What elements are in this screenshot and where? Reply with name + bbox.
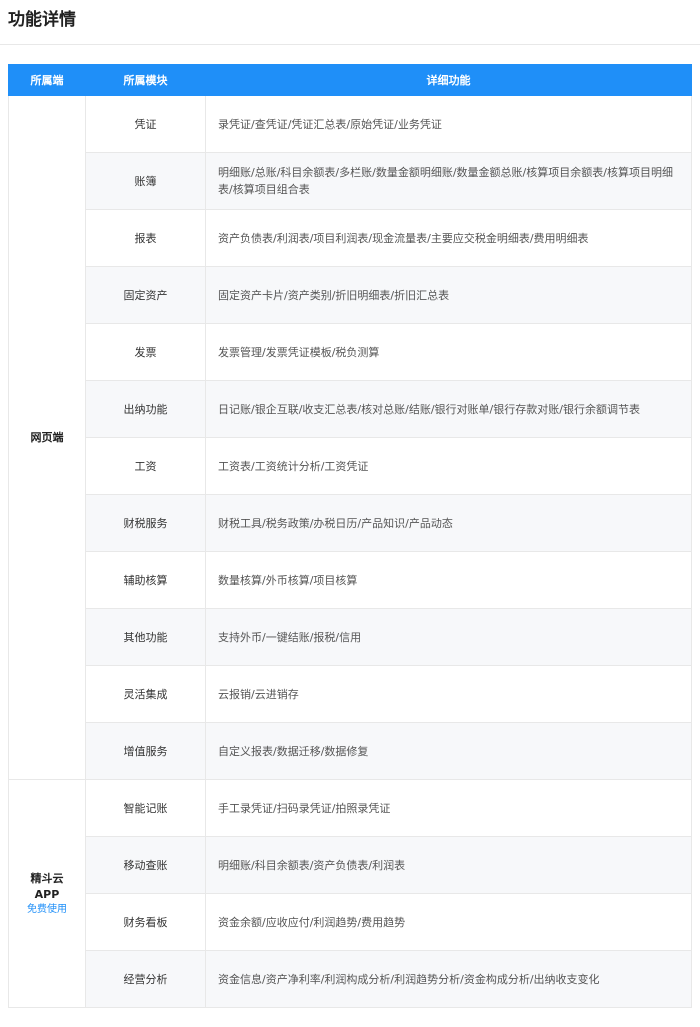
detail-cell: 明细账/科目余额表/资产负债表/利润表 (205, 836, 692, 894)
table-body: 网页端 凭证 录凭证/查凭证/凭证汇总表/原始凭证/业务凭证 账簿 明细账/总账/科目余… (8, 95, 692, 1008)
detail-cell: 自定义报表/数据迁移/数据修复 (205, 722, 692, 780)
detail-cell: 手工录凭证/扫码录凭证/拍照录凭证 (205, 779, 692, 837)
table-row: 灵活集成 云报销/云进销存 (9, 665, 692, 723)
detail-cell: 资产负债表/利润表/项目利润表/现金流量表/主要应交税金明细表/费用明细表 (205, 209, 692, 267)
header-detail: 详细功能 (205, 64, 692, 96)
platform-label: 精斗云 (30, 871, 64, 885)
platform-cell: 精斗云 APP 免费使用 (8, 779, 86, 1008)
detail-cell: 财税工具/税务政策/办税日历/产品知识/产品动态 (205, 494, 692, 552)
detail-cell: 支持外币/一键结账/报税/信用 (205, 608, 692, 666)
module-cell: 凭证 (85, 95, 206, 153)
detail-cell: 云报销/云进销存 (205, 665, 692, 723)
header-module: 所属模块 (85, 64, 206, 96)
table-row: 报表 资产负债表/利润表/项目利润表/现金流量表/主要应交税金明细表/费用明细表 (9, 209, 692, 267)
table-row: 工资 工资表/工资统计分析/工资凭证 (9, 437, 692, 495)
detail-cell: 发票管理/发票凭证模板/税负测算 (205, 323, 692, 381)
table-row: 固定资产 固定资产卡片/资产类别/折旧明细表/折旧汇总表 (9, 266, 692, 324)
table-header-row: 所属端 所属模块 详细功能 (8, 64, 692, 96)
header-platform: 所属端 (8, 64, 86, 96)
module-cell: 固定资产 (85, 266, 206, 324)
table-row: 发票 发票管理/发票凭证模板/税负测算 (9, 323, 692, 381)
table-row: 经营分析 资金信息/资产净利率/利润构成分析/利润趋势分析/资金构成分析/出纳收支… (9, 950, 692, 1008)
module-cell: 其他功能 (85, 608, 206, 666)
platform-cell: 网页端 (8, 95, 86, 780)
module-cell: 发票 (85, 323, 206, 381)
detail-cell: 数量核算/外币核算/项目核算 (205, 551, 692, 609)
detail-cell: 日记账/银企互联/收支汇总表/核对总账/结账/银行对账单/银行存款对账/银行余额… (205, 380, 692, 438)
module-cell: 移动查账 (85, 836, 206, 894)
detail-cell: 资金信息/资产净利率/利润构成分析/利润趋势分析/资金构成分析/出纳收支变化 (205, 950, 692, 1008)
module-cell: 工资 (85, 437, 206, 495)
table-row: 财税服务 财税工具/税务政策/办税日历/产品知识/产品动态 (9, 494, 692, 552)
module-cell: 增值服务 (85, 722, 206, 780)
module-cell: 报表 (85, 209, 206, 267)
module-cell: 账簿 (85, 152, 206, 210)
module-cell: 财务看板 (85, 893, 206, 951)
table-row: 精斗云 APP 免费使用 智能记账 手工录凭证/扫码录凭证/拍照录凭证 (8, 779, 692, 1008)
module-cell: 智能记账 (85, 779, 206, 837)
module-cell: 出纳功能 (85, 380, 206, 438)
table-row: 财务看板 资金余额/应收应付/利润趋势/费用趋势 (9, 893, 692, 951)
table-row: 移动查账 明细账/科目余额表/资产负债表/利润表 (9, 836, 692, 894)
detail-cell: 工资表/工资统计分析/工资凭证 (205, 437, 692, 495)
title-divider (0, 44, 700, 45)
table-row: 辅助核算 数量核算/外币核算/项目核算 (9, 551, 692, 609)
module-cell: 灵活集成 (85, 665, 206, 723)
detail-cell: 资金余额/应收应付/利润趋势/费用趋势 (205, 893, 692, 951)
detail-cell: 明细账/总账/科目余额表/多栏账/数量金额明细账/数量金额总账/核算项目余额表/… (205, 152, 692, 210)
free-use-link[interactable]: 免费使用 (9, 903, 85, 917)
platform-label: APP (34, 887, 60, 901)
table-row: 增值服务 自定义报表/数据迁移/数据修复 (9, 722, 692, 780)
feature-table: 所属端 所属模块 详细功能 网页端 凭证 录凭证/查凭证/凭证汇总表/原始凭证/业务… (8, 64, 692, 1008)
table-row: 网页端 凭证 录凭证/查凭证/凭证汇总表/原始凭证/业务凭证 (8, 95, 692, 780)
module-cell: 经营分析 (85, 950, 206, 1008)
module-cell: 财税服务 (85, 494, 206, 552)
page-title: 功能详情 (8, 10, 76, 30)
table-row: 其他功能 支持外币/一键结账/报税/信用 (9, 608, 692, 666)
detail-cell: 录凭证/查凭证/凭证汇总表/原始凭证/业务凭证 (205, 95, 692, 153)
detail-cell: 固定资产卡片/资产类别/折旧明细表/折旧汇总表 (205, 266, 692, 324)
table-row: 出纳功能 日记账/银企互联/收支汇总表/核对总账/结账/银行对账单/银行存款对账/… (9, 380, 692, 438)
table-row: 账簿 明细账/总账/科目余额表/多栏账/数量金额明细账/数量金额总账/核算项目余额… (9, 152, 692, 210)
module-cell: 辅助核算 (85, 551, 206, 609)
platform-label: 网页端 (30, 430, 64, 444)
